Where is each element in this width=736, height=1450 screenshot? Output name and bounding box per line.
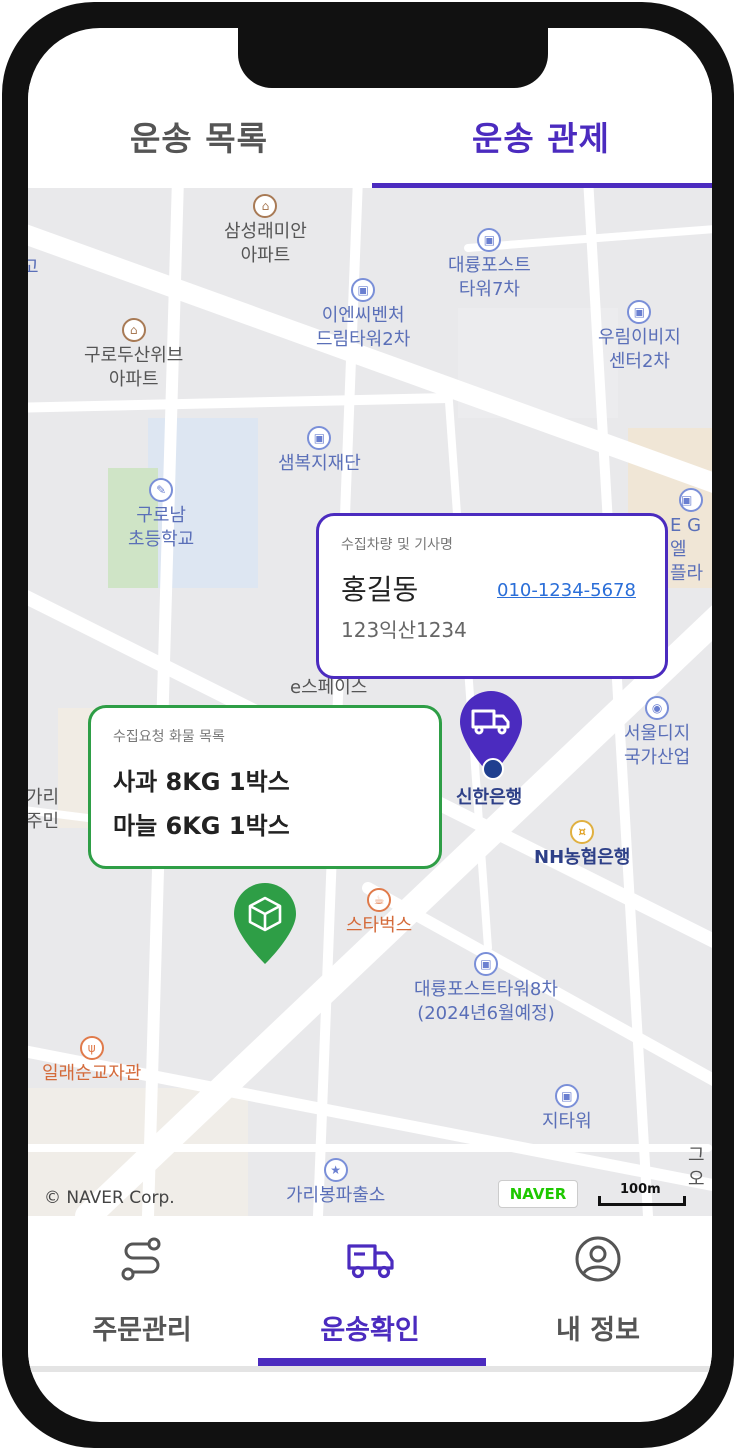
scale-label: 100m [620,1182,661,1197]
poi-label: E G엘 플라 [670,515,704,584]
poi-label: 그 오 [688,1145,705,1190]
restaurant-icon: ψ [79,1036,104,1060]
poi-police-box[interactable]: ★ 가리봉파출소 [286,1158,385,1208]
poi-restaurant[interactable]: ψ 일래순교자관 [42,1036,141,1086]
poi-label: 대륭포스트타워8차 (2024년6월예정) [414,979,558,1024]
building-icon: ▣ [477,228,502,252]
building-icon: ▣ [554,1084,579,1108]
poi-welfare-foundation[interactable]: ▣ 샘복지재단 [278,426,361,476]
building-icon: ▣ [307,426,332,450]
app-screen: 운송 목록 운송 관제 ⌂ 삼성래미안 아파트 ▣ 대륭포스트 타워7차 ▣ 이… [28,28,712,1422]
building-icon: ▣ [627,300,652,324]
home-bar-area [28,1366,712,1372]
poi-woorim[interactable]: ▣ 우림이비지 센터2차 [598,300,681,374]
school-icon: ✎ [149,478,174,502]
cargo-location-marker[interactable] [232,882,298,966]
poi-label: 고 [28,257,39,278]
bank-globe-icon [482,758,504,780]
poi-nh-bank[interactable]: ¤ NH농협은행 [534,820,630,870]
cargo-item: 사과 8KG 1박스 [113,768,290,796]
driver-info-popup[interactable]: 수집차량 및 기사명 홍길동 010-1234-5678 123익산1234 [316,513,668,679]
nav-label: 내 정보 [556,1315,640,1346]
active-nav-indicator [258,1358,486,1366]
poi-daeryung-8[interactable]: ▣ 대륭포스트타워8차 (2024년6월예정) [414,952,558,1026]
poi-label: 구로두산위브 아파트 [84,345,184,390]
poi-label: 가리봉파출소 [286,1185,386,1206]
phone-notch [238,28,548,88]
poi-e-space[interactable]: e스페이스 [290,676,367,700]
apartment-icon: ⌂ [121,318,146,342]
poi-starbucks[interactable]: ☕ 스타벅스 [346,888,412,938]
bottom-navigation: 주문관리 운송확인 내 정보 [28,1216,712,1366]
apartment-icon: ⌂ [253,194,278,218]
map-attribution: © NAVER Corp. [44,1188,175,1208]
bank-icon: ¤ [570,820,595,844]
cargo-info-popup[interactable]: 수집요청 화물 목록 사과 8KG 1박스 마늘 6KG 1박스 [88,705,442,869]
map-view[interactable]: ⌂ 삼성래미안 아파트 ▣ 대륭포스트 타워7차 ▣ 이엔씨벤처 드림타워2차 … [28,188,712,1216]
driver-name: 홍길동 [341,573,419,606]
map-scale: 100m [594,1180,690,1208]
naver-logo: NAVER [498,1180,578,1208]
poi-label: NH농협은행 [534,847,631,868]
nav-transport-check[interactable]: 운송확인 [256,1216,484,1366]
building-icon: ▣ [473,952,498,976]
poi-label: 지타워 [542,1111,592,1132]
poi-enc-venture[interactable]: ▣ 이엔씨벤처 드림타워2차 [316,278,410,352]
landmark-icon: ◉ [645,696,670,720]
building-icon: ▣ [679,488,703,512]
poi-samsung-raemian[interactable]: ⌂ 삼성래미안 아파트 [224,194,307,268]
top-tab-bar: 운송 목록 운송 관제 [28,83,712,188]
poi-label: 대륭포스트 타워7차 [448,255,531,300]
poi-partial-right[interactable]: ▣ E G엘 플라 [670,488,712,586]
poi-label: 스타벅스 [346,915,413,936]
route-icon [121,1237,161,1281]
vehicle-plate: 123익산1234 [341,618,467,642]
phone-frame: 운송 목록 운송 관제 ⌂ 삼성래미안 아파트 ▣ 대륭포스트 타워7차 ▣ 이… [2,2,734,1448]
poi-partial-bottom-right[interactable]: 그 오 [688,1144,705,1192]
poi-g-tower[interactable]: ▣ 지타워 [542,1084,592,1134]
poi-partial-top-left[interactable]: 고 [28,256,39,280]
poi-label: 우림이비지 센터2차 [598,327,681,372]
poi-shinhan-bank[interactable]: 신한은행 [456,786,522,810]
poi-label: 삼성래미안 아파트 [224,221,307,266]
poi-label: 이엔씨벤처 드림타워2차 [316,305,411,350]
poi-label: 서울디지 국가산업 [624,723,691,768]
nav-order-management[interactable]: 주문관리 [28,1216,256,1366]
cafe-icon: ☕ [367,888,392,912]
tab-transport-control[interactable]: 운송 관제 [370,83,712,188]
poi-label: 신한은행 [456,787,523,808]
poi-label: e스페이스 [290,677,368,698]
driver-popup-caption: 수집차량 및 기사명 [341,537,453,553]
poi-seoul-digital[interactable]: ◉ 서울디지 국가산업 [624,696,690,770]
poi-label: 샘복지재단 [278,453,361,474]
poi-daeryung-7[interactable]: ▣ 대륭포스트 타워7차 [448,228,531,302]
driver-phone-link[interactable]: 010-1234-5678 [497,580,636,601]
cargo-popup-caption: 수집요청 화물 목록 [113,729,225,745]
poi-label: 가리 주민 [28,787,60,832]
police-icon: ★ [323,1158,348,1182]
nav-label: 주문관리 [92,1315,192,1346]
truck-icon [347,1244,394,1279]
poi-guronam-school[interactable]: ✎ 구로남 초등학교 [128,478,194,552]
poi-label: 일래순교자관 [42,1063,142,1084]
poi-guro-doosan[interactable]: ⌂ 구로두산위브 아파트 [84,318,183,392]
nav-my-info[interactable]: 내 정보 [484,1216,712,1366]
poi-label: 구로남 초등학교 [128,505,195,550]
building-icon: ▣ [351,278,376,302]
user-circle-icon [575,1236,621,1282]
nav-label: 운송확인 [320,1315,420,1346]
cargo-item: 마늘 6KG 1박스 [113,812,290,840]
tab-transport-list[interactable]: 운송 목록 [28,83,370,188]
poi-partial-left[interactable]: 가리 주민 [28,786,59,834]
scale-bar [598,1196,686,1206]
